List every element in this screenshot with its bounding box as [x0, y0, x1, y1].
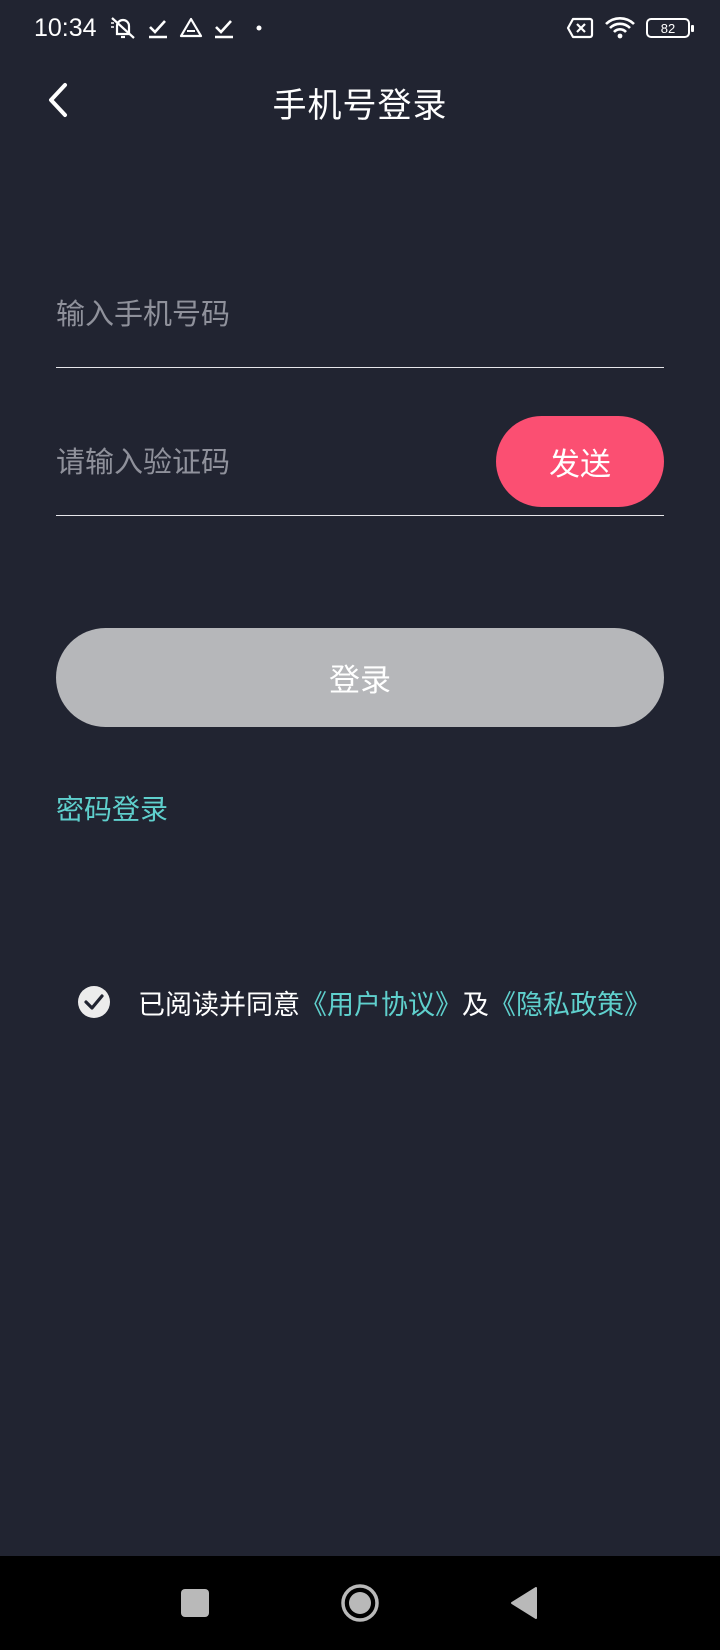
- agreement-checkbox[interactable]: [78, 986, 110, 1018]
- status-bar: 10:34 82: [0, 0, 720, 56]
- recent-apps-button[interactable]: [145, 1556, 245, 1650]
- nav-back-button[interactable]: [474, 1556, 574, 1650]
- battery-level: 82: [660, 20, 676, 36]
- status-time: 10:34: [34, 13, 97, 42]
- agreement-conjunction: 及: [462, 989, 489, 1021]
- mute-icon: [109, 15, 137, 41]
- phone-field: [56, 278, 664, 368]
- battery-icon: 82: [646, 18, 694, 38]
- login-button[interactable]: 登录: [56, 628, 664, 727]
- wifi-icon: [604, 16, 636, 40]
- send-code-button[interactable]: 发送: [496, 416, 664, 507]
- home-icon: [341, 1584, 379, 1622]
- dot-icon: [255, 24, 263, 32]
- phone-input[interactable]: [56, 278, 664, 350]
- user-agreement-link[interactable]: 《用户协议》: [300, 983, 462, 1022]
- header: 手机号登录: [0, 60, 720, 140]
- check-icon: [84, 994, 104, 1010]
- verification-code-field: 发送: [56, 416, 664, 516]
- home-button[interactable]: [310, 1556, 410, 1650]
- agreement-row: 已阅读并同意 《用户协议》 及 《隐私政策》: [78, 980, 651, 1024]
- check-icon: [147, 17, 169, 39]
- page-title: 手机号登录: [272, 86, 448, 126]
- agreement-prefix: 已阅读并同意: [138, 989, 300, 1021]
- privacy-policy-link[interactable]: 《隐私政策》: [489, 983, 651, 1022]
- recent-apps-icon: [181, 1589, 209, 1617]
- sim-x-icon: [566, 17, 594, 39]
- system-nav-bar: [0, 1556, 720, 1650]
- back-triangle-icon: [511, 1587, 537, 1619]
- triangle-icon: [179, 17, 203, 39]
- verification-code-input[interactable]: [56, 416, 456, 508]
- check-icon: [213, 17, 235, 39]
- status-right: 82: [566, 16, 694, 40]
- status-left: 10:34: [34, 14, 263, 43]
- password-login-link[interactable]: 密码登录: [56, 788, 168, 828]
